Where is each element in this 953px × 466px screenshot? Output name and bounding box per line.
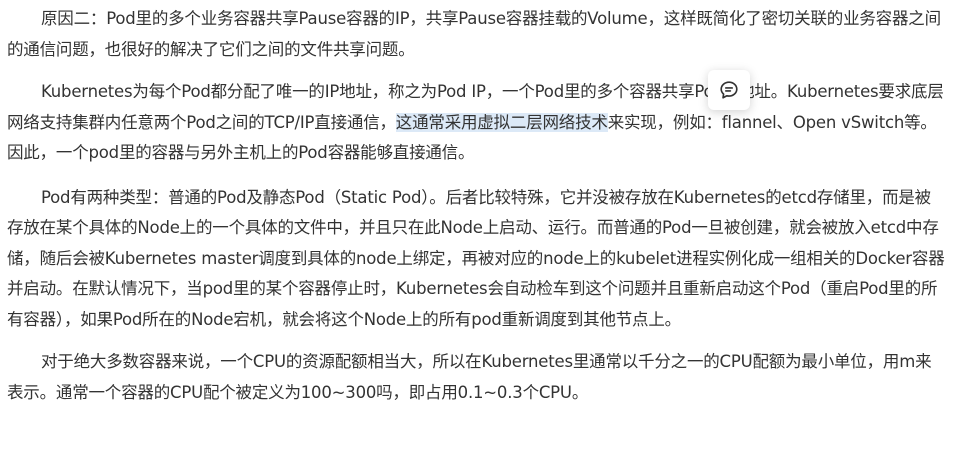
selected-text-highlight[interactable]: 这通常采用虚拟二层网络技术	[395, 112, 608, 132]
paragraph-text: 原因二：Pod里的多个业务容器共享Pause容器的IP，共享Pause容器挂载的…	[7, 9, 941, 59]
paragraph-text: Pod有两种类型：普通的Pod及静态Pod（Static Pod）。后者比较特殊…	[7, 187, 945, 329]
paragraph-text: 对于绝大多数容器来说，一个CPU的资源配额相当大，所以在Kubernetes里通…	[7, 352, 932, 402]
paragraph-pause-container: 原因二：Pod里的多个业务容器共享Pause容器的IP，共享Pause容器挂载的…	[7, 4, 945, 65]
paragraph-cpu-quota: 对于绝大多数容器来说，一个CPU的资源配额相当大，所以在Kubernetes里通…	[7, 347, 945, 408]
paragraph-pod-types: Pod有两种类型：普通的Pod及静态Pod（Static Pod）。后者比较特殊…	[7, 183, 945, 336]
paragraph-pod-ip: Kubernetes为每个Pod都分配了唯一的IP地址，称之为Pod IP，一个…	[7, 77, 945, 169]
article-body: 原因二：Pod里的多个业务容器共享Pause容器的IP，共享Pause容器挂载的…	[0, 0, 953, 466]
comment-button[interactable]	[708, 70, 750, 110]
comment-icon	[720, 81, 738, 99]
